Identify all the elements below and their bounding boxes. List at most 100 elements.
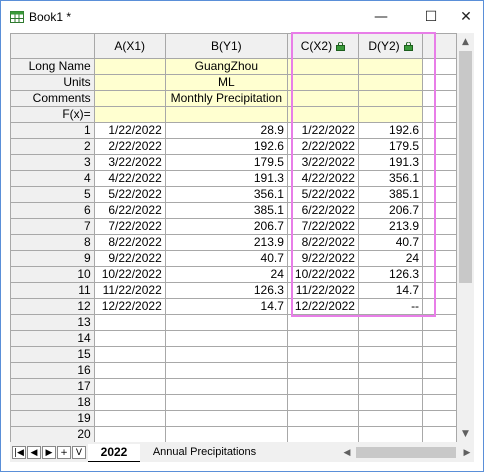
row-header[interactable]: 19 xyxy=(10,410,95,427)
next-sheet-button[interactable]: ▶ xyxy=(42,446,56,459)
cell-empty[interactable] xyxy=(422,138,457,155)
row-header[interactable]: 17 xyxy=(10,378,95,395)
cell-empty[interactable] xyxy=(422,378,457,395)
cell-a[interactable]: 4/22/2022 xyxy=(93,170,166,187)
cell-c[interactable]: 5/22/2022 xyxy=(286,186,359,203)
column-header-c[interactable]: C(X2) xyxy=(286,33,359,59)
cell-a[interactable] xyxy=(93,330,166,347)
cell-d[interactable] xyxy=(357,346,424,363)
cell-b[interactable]: 40.7 xyxy=(164,250,288,267)
cell-empty[interactable] xyxy=(422,202,457,219)
row-header[interactable]: 1 xyxy=(10,122,95,139)
cell-empty[interactable] xyxy=(422,154,457,171)
cell-b[interactable] xyxy=(164,330,288,347)
meta-cell[interactable] xyxy=(286,106,359,123)
cell-b[interactable]: 192.6 xyxy=(164,138,288,155)
cell-d[interactable] xyxy=(357,362,424,379)
cell-c[interactable]: 10/22/2022 xyxy=(286,266,359,283)
cell-c[interactable]: 6/22/2022 xyxy=(286,202,359,219)
row-header[interactable]: 18 xyxy=(10,394,95,411)
meta-cell[interactable] xyxy=(93,74,166,91)
sheet-menu-button[interactable]: V xyxy=(72,446,86,459)
cell-empty[interactable] xyxy=(422,426,457,442)
cell-d[interactable]: 206.7 xyxy=(357,202,424,219)
corner-cell[interactable] xyxy=(10,33,95,59)
cell-b[interactable]: 28.9 xyxy=(164,122,288,139)
cell-empty[interactable] xyxy=(422,250,457,267)
cell-a[interactable]: 2/22/2022 xyxy=(93,138,166,155)
column-header-a[interactable]: A(X1) xyxy=(93,33,166,59)
cell-a[interactable] xyxy=(93,426,166,442)
row-header[interactable]: 13 xyxy=(10,314,95,331)
meta-cell[interactable]: ML xyxy=(164,74,288,91)
row-header[interactable]: 3 xyxy=(10,154,95,171)
minimize-button[interactable]: — xyxy=(361,1,401,33)
meta-cell[interactable] xyxy=(357,90,424,107)
cell-d[interactable]: -- xyxy=(357,298,424,315)
cell-b[interactable]: 126.3 xyxy=(164,282,288,299)
cell-a[interactable] xyxy=(93,314,166,331)
cell-b[interactable]: 179.5 xyxy=(164,154,288,171)
row-header[interactable]: 12 xyxy=(10,298,95,315)
cell-c[interactable]: 3/22/2022 xyxy=(286,154,359,171)
cell-c[interactable]: 4/22/2022 xyxy=(286,170,359,187)
cell-c[interactable] xyxy=(286,362,359,379)
cell-a[interactable] xyxy=(93,394,166,411)
cell-c[interactable] xyxy=(286,346,359,363)
row-header[interactable]: 14 xyxy=(10,330,95,347)
meta-cell-empty[interactable] xyxy=(422,106,457,123)
cell-empty[interactable] xyxy=(422,330,457,347)
row-header[interactable]: 4 xyxy=(10,170,95,187)
cell-empty[interactable] xyxy=(422,234,457,251)
cell-d[interactable]: 14.7 xyxy=(357,282,424,299)
cell-c[interactable]: 12/22/2022 xyxy=(286,298,359,315)
cell-a[interactable]: 9/22/2022 xyxy=(93,250,166,267)
cell-b[interactable]: 213.9 xyxy=(164,234,288,251)
cell-d[interactable] xyxy=(357,330,424,347)
meta-cell[interactable] xyxy=(357,74,424,91)
cell-c[interactable] xyxy=(286,378,359,395)
cell-b[interactable] xyxy=(164,378,288,395)
meta-cell[interactable] xyxy=(286,58,359,75)
cell-c[interactable] xyxy=(286,394,359,411)
cell-a[interactable] xyxy=(93,362,166,379)
cell-d[interactable]: 191.3 xyxy=(357,154,424,171)
row-header[interactable]: 11 xyxy=(10,282,95,299)
cell-d[interactable] xyxy=(357,426,424,442)
cell-d[interactable]: 24 xyxy=(357,250,424,267)
cell-empty[interactable] xyxy=(422,346,457,363)
cell-b[interactable]: 24 xyxy=(164,266,288,283)
cell-a[interactable]: 5/22/2022 xyxy=(93,186,166,203)
cell-empty[interactable] xyxy=(422,362,457,379)
row-header[interactable]: 7 xyxy=(10,218,95,235)
row-header[interactable]: 10 xyxy=(10,266,95,283)
cell-b[interactable]: 206.7 xyxy=(164,218,288,235)
row-header[interactable]: 16 xyxy=(10,362,95,379)
cell-b[interactable] xyxy=(164,362,288,379)
cell-c[interactable] xyxy=(286,426,359,442)
cell-empty[interactable] xyxy=(422,122,457,139)
cell-empty[interactable] xyxy=(422,282,457,299)
cell-c[interactable]: 11/22/2022 xyxy=(286,282,359,299)
cell-b[interactable] xyxy=(164,426,288,442)
row-header[interactable]: 6 xyxy=(10,202,95,219)
row-header[interactable]: 2 xyxy=(10,138,95,155)
meta-cell-empty[interactable] xyxy=(422,90,457,107)
cell-empty[interactable] xyxy=(422,218,457,235)
cell-c[interactable] xyxy=(286,410,359,427)
cell-c[interactable]: 7/22/2022 xyxy=(286,218,359,235)
cell-a[interactable]: 11/22/2022 xyxy=(93,282,166,299)
cell-b[interactable] xyxy=(164,314,288,331)
row-header[interactable]: 9 xyxy=(10,250,95,267)
cell-b[interactable]: 191.3 xyxy=(164,170,288,187)
meta-cell[interactable] xyxy=(93,58,166,75)
cell-b[interactable]: 385.1 xyxy=(164,202,288,219)
cell-d[interactable]: 126.3 xyxy=(357,266,424,283)
cell-a[interactable]: 1/22/2022 xyxy=(93,122,166,139)
prev-sheet-button[interactable]: ◀ xyxy=(27,446,41,459)
vertical-scrollbar[interactable]: ▲ ▼ xyxy=(457,33,474,442)
cell-empty[interactable] xyxy=(422,394,457,411)
cell-b[interactable]: 356.1 xyxy=(164,186,288,203)
cell-empty[interactable] xyxy=(422,186,457,203)
meta-cell-empty[interactable] xyxy=(422,58,457,75)
